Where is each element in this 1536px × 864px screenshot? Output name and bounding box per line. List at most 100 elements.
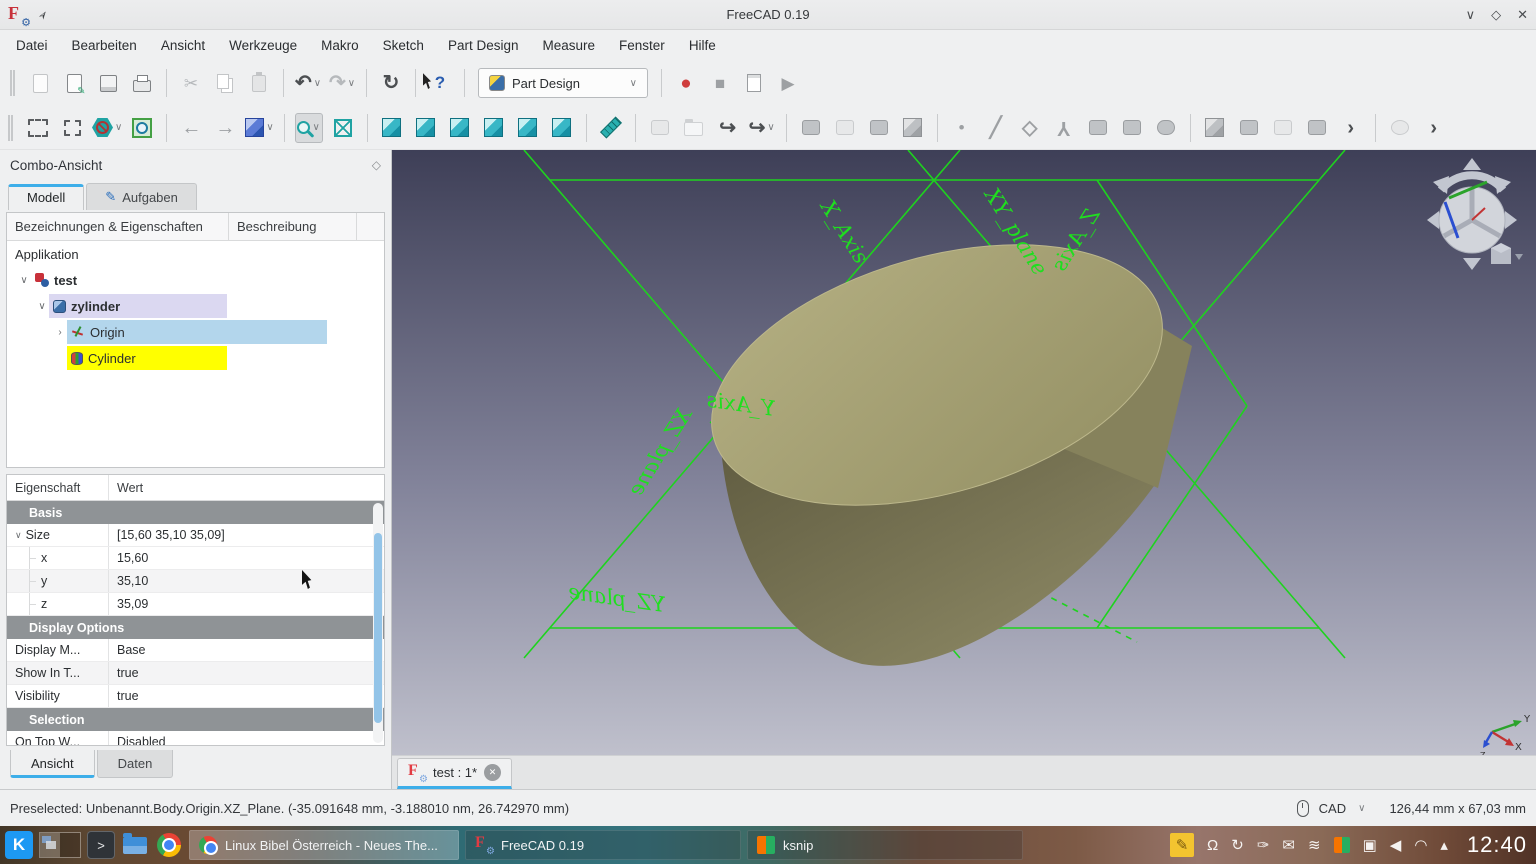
macro-stop-button[interactable]: ■	[706, 68, 734, 98]
property-scrollbar-thumb[interactable]	[374, 533, 382, 723]
prop-col-eigenschaft[interactable]: Eigenschaft	[7, 475, 109, 500]
tree-item-origin[interactable]: › Origin	[7, 319, 384, 345]
clock[interactable]: 12:40	[1467, 832, 1527, 858]
nav-style-chevron-icon[interactable]: ∨	[1358, 803, 1365, 814]
view-top-button[interactable]	[412, 113, 440, 143]
property-scrollbar[interactable]	[373, 503, 383, 743]
desktop-1[interactable]	[40, 833, 60, 857]
view-bottom-button[interactable]	[514, 113, 542, 143]
prop-row-display-mode[interactable]: Display M... Base	[7, 639, 384, 662]
view-left-button[interactable]	[548, 113, 576, 143]
expand-open-icon-2[interactable]: ∨	[35, 301, 49, 312]
menu-makro[interactable]: Makro	[309, 34, 371, 57]
nav-style-label[interactable]: CAD	[1319, 801, 1346, 816]
box-selection-button[interactable]	[58, 113, 86, 143]
notes-tray-icon[interactable]: ✎	[1170, 833, 1195, 857]
prop-group-selection[interactable]: Selection	[7, 708, 384, 731]
redo-chevron-icon[interactable]: ∨	[348, 78, 355, 89]
expand-closed-icon[interactable]: ›	[53, 327, 67, 338]
view-rear-button[interactable]	[480, 113, 508, 143]
wifi-tray-icon[interactable]: ◠	[1414, 838, 1427, 853]
additive-loft-button[interactable]	[1269, 113, 1297, 143]
toolbar-handle[interactable]	[10, 70, 15, 96]
revolution-button[interactable]	[1235, 113, 1263, 143]
prop-display-mode-value[interactable]: Base	[109, 643, 384, 657]
tree-item-applikation[interactable]: Applikation	[7, 241, 384, 267]
macro-record-button[interactable]: ●	[672, 68, 700, 98]
new-document-button[interactable]	[26, 68, 54, 98]
whats-this-button[interactable]: ?	[426, 68, 454, 98]
menu-ansicht[interactable]: Ansicht	[149, 34, 217, 57]
tree-col-labels[interactable]: Bezeichnungen & Eigenschaften	[7, 213, 229, 240]
datum-line-button[interactable]: ╱	[982, 113, 1010, 143]
tab-close-icon[interactable]: ✕	[484, 764, 502, 781]
make-link-group-button[interactable]: ↪ ∨	[748, 113, 776, 143]
prop-row-y[interactable]: y 35,10	[7, 570, 384, 593]
pen-tray-icon[interactable]: ✑	[1257, 838, 1270, 853]
clipping-plane-button[interactable]: ∨	[92, 113, 122, 143]
measure-button[interactable]	[597, 113, 625, 143]
macro-play-button[interactable]: ▶	[774, 68, 802, 98]
prop-group-display-options[interactable]: Display Options	[7, 616, 384, 639]
prop-col-wert[interactable]: Wert	[109, 481, 384, 495]
notifications-tray-icon[interactable]: Ω	[1207, 838, 1218, 853]
task-freecad[interactable]: F ⚙ FreeCAD 0.19	[465, 830, 741, 860]
datum-point-button[interactable]: •	[948, 113, 976, 143]
maximize-button[interactable]: ◇	[1491, 7, 1501, 23]
tree-item-zylinder[interactable]: ∨ zylinder	[7, 293, 384, 319]
save-button[interactable]	[94, 68, 122, 98]
tab-ansicht[interactable]: Ansicht	[10, 750, 95, 778]
view-front-button[interactable]	[378, 113, 406, 143]
redo-button[interactable]: ↷ ∨	[328, 68, 356, 98]
tree-item-test[interactable]: ∨ test	[7, 267, 384, 293]
link-chevron-icon[interactable]: ∨	[767, 122, 774, 133]
create-sketch-button[interactable]	[831, 113, 859, 143]
tape-measure-button[interactable]	[1386, 113, 1414, 143]
size-expander-icon[interactable]: ∨	[15, 530, 22, 541]
task-ksnip[interactable]: ksnip	[747, 830, 1023, 860]
view-right-button[interactable]	[446, 113, 474, 143]
close-button[interactable]: ✕	[1517, 7, 1528, 23]
updates-tray-icon[interactable]: ↻	[1231, 838, 1244, 853]
create-part-button[interactable]	[646, 113, 674, 143]
paste-button[interactable]	[245, 68, 273, 98]
nav-forward-button[interactable]: →	[211, 113, 239, 143]
prop-group-basis[interactable]: Basis	[7, 501, 384, 524]
clone-button[interactable]	[1152, 113, 1180, 143]
tray-expand-icon[interactable]: ▴	[1440, 838, 1448, 853]
minimize-button[interactable]: ∨	[1466, 7, 1476, 23]
nav-back-button[interactable]: ←	[177, 113, 205, 143]
app-launcher-button[interactable]: K	[5, 831, 33, 859]
prop-z-value[interactable]: 35,09	[109, 597, 384, 611]
float-panel-icon[interactable]: ◇	[372, 158, 381, 172]
prop-size-value[interactable]: [15,60 35,10 35,09]	[109, 528, 384, 542]
prop-row-visibility[interactable]: Visibility true	[7, 685, 384, 708]
open-document-button[interactable]	[60, 68, 88, 98]
undo-chevron-icon[interactable]: ∨	[314, 78, 321, 89]
zoom-to-selection-button[interactable]	[128, 113, 156, 143]
isometric-view-button[interactable]: ∨	[245, 113, 274, 143]
toolbar-overflow-button[interactable]: ›	[1337, 113, 1365, 143]
mail-tray-icon[interactable]: ✉	[1282, 838, 1295, 853]
media-tray-icon[interactable]: ▣	[1363, 838, 1377, 853]
additive-pipe-button[interactable]	[1303, 113, 1331, 143]
menu-datei[interactable]: Datei	[4, 34, 60, 57]
sub-shape-binder-button[interactable]	[1118, 113, 1146, 143]
prop-row-on-top[interactable]: On Top W... Disabled	[7, 731, 384, 745]
make-link-button[interactable]: ↪	[714, 113, 742, 143]
virtual-desktop-pager[interactable]	[39, 832, 81, 858]
create-group-button[interactable]	[680, 113, 708, 143]
prop-row-z[interactable]: z 35,09	[7, 593, 384, 616]
expand-open-icon[interactable]: ∨	[17, 275, 31, 286]
undo-button[interactable]: ↶ ∨	[294, 68, 322, 98]
task-chrome[interactable]: Linux Bibel Österreich - Neues The...	[189, 830, 459, 860]
prop-show-in-tree-value[interactable]: true	[109, 666, 384, 680]
pad-button[interactable]	[1201, 113, 1229, 143]
menu-sketch[interactable]: Sketch	[371, 34, 436, 57]
local-cs-button[interactable]: Y	[1050, 113, 1078, 143]
shape-binder-button[interactable]	[1084, 113, 1112, 143]
draw-style-button[interactable]	[329, 113, 357, 143]
workbench-selector[interactable]: Part Design ∨	[478, 68, 648, 98]
menu-hilfe[interactable]: Hilfe	[677, 34, 728, 57]
macro-edit-button[interactable]	[740, 68, 768, 98]
